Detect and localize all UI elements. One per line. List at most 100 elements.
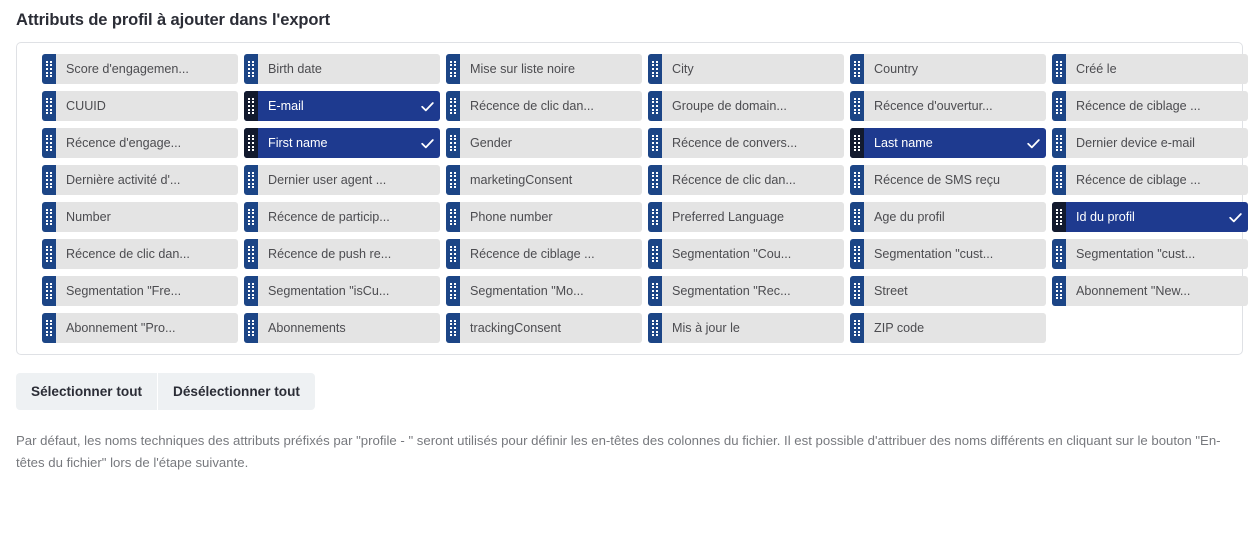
drag-handle-icon[interactable]	[42, 128, 56, 158]
attribute-chip[interactable]: Id du profil	[1052, 202, 1248, 232]
drag-handle-icon[interactable]	[42, 313, 56, 343]
attribute-chip[interactable]: Récence de clic dan...	[648, 165, 844, 195]
attribute-chip[interactable]: Abonnements	[244, 313, 440, 343]
drag-handle-icon[interactable]	[850, 128, 864, 158]
attribute-chip[interactable]: Dernière activité d'...	[42, 165, 238, 195]
drag-handle-icon[interactable]	[446, 239, 460, 269]
select-all-button[interactable]: Sélectionner tout	[16, 373, 158, 410]
drag-handle-icon[interactable]	[1052, 91, 1066, 121]
attribute-chip[interactable]: Dernier device e-mail	[1052, 128, 1248, 158]
drag-handle-icon[interactable]	[446, 202, 460, 232]
attribute-chip[interactable]: Récence de particip...	[244, 202, 440, 232]
attribute-chip[interactable]: CUUID	[42, 91, 238, 121]
attribute-chip[interactable]: Récence de push re...	[244, 239, 440, 269]
drag-handle-icon[interactable]	[648, 202, 662, 232]
attribute-chip[interactable]: Récence de ciblage ...	[446, 239, 642, 269]
attribute-chip[interactable]: Segmentation "Cou...	[648, 239, 844, 269]
drag-handle-icon[interactable]	[42, 239, 56, 269]
attribute-chip[interactable]: Récence d'ouvertur...	[850, 91, 1046, 121]
attribute-chip[interactable]: Segmentation "Rec...	[648, 276, 844, 306]
attribute-chip[interactable]: First name	[244, 128, 440, 158]
drag-handle-icon[interactable]	[1052, 128, 1066, 158]
attribute-chip[interactable]: Segmentation "cust...	[850, 239, 1046, 269]
drag-handle-icon[interactable]	[1052, 54, 1066, 84]
drag-handle-icon[interactable]	[850, 54, 864, 84]
attribute-chip[interactable]: Abonnement "New...	[1052, 276, 1248, 306]
drag-handle-icon[interactable]	[850, 91, 864, 121]
attribute-chip[interactable]: Last name	[850, 128, 1046, 158]
attribute-chip[interactable]: Dernier user agent ...	[244, 165, 440, 195]
drag-handle-icon[interactable]	[850, 239, 864, 269]
attribute-chip[interactable]: Récence d'engage...	[42, 128, 238, 158]
drag-handle-icon[interactable]	[1052, 276, 1066, 306]
attribute-chip[interactable]: Groupe de domain...	[648, 91, 844, 121]
attribute-chip[interactable]: Street	[850, 276, 1046, 306]
drag-handle-icon[interactable]	[850, 165, 864, 195]
drag-handle-icon[interactable]	[42, 165, 56, 195]
attribute-chip[interactable]: Créé le	[1052, 54, 1248, 84]
drag-handle-icon[interactable]	[648, 313, 662, 343]
attribute-chip[interactable]: E-mail	[244, 91, 440, 121]
drag-handle-icon[interactable]	[446, 276, 460, 306]
attribute-chip[interactable]: trackingConsent	[446, 313, 642, 343]
drag-handle-icon[interactable]	[244, 128, 258, 158]
attribute-chip[interactable]: marketingConsent	[446, 165, 642, 195]
attribute-chip[interactable]: Birth date	[244, 54, 440, 84]
attribute-chip-label: Récence de clic dan...	[672, 173, 796, 187]
attribute-chip[interactable]: City	[648, 54, 844, 84]
attribute-chip[interactable]: Récence de ciblage ...	[1052, 91, 1248, 121]
drag-handle-icon[interactable]	[648, 54, 662, 84]
attribute-chip[interactable]: Gender	[446, 128, 642, 158]
attribute-chip[interactable]: Phone number	[446, 202, 642, 232]
drag-handle-icon[interactable]	[648, 239, 662, 269]
drag-handle-icon[interactable]	[850, 276, 864, 306]
drag-handle-icon[interactable]	[446, 165, 460, 195]
drag-handle-icon[interactable]	[1052, 165, 1066, 195]
attribute-chip[interactable]: Récence de clic dan...	[42, 239, 238, 269]
drag-handle-icon[interactable]	[244, 165, 258, 195]
attribute-chip-label: First name	[268, 136, 328, 150]
drag-handle-icon[interactable]	[648, 276, 662, 306]
drag-handle-icon[interactable]	[42, 276, 56, 306]
attribute-chip[interactable]: Segmentation "cust...	[1052, 239, 1248, 269]
drag-handle-icon[interactable]	[244, 91, 258, 121]
attribute-chip[interactable]: Age du profil	[850, 202, 1046, 232]
attribute-chip[interactable]: Segmentation "Fre...	[42, 276, 238, 306]
attribute-chip[interactable]: Number	[42, 202, 238, 232]
drag-handle-icon[interactable]	[244, 313, 258, 343]
attribute-chip[interactable]: Récence de convers...	[648, 128, 844, 158]
drag-handle-icon[interactable]	[244, 276, 258, 306]
drag-handle-icon[interactable]	[850, 202, 864, 232]
drag-handle-icon[interactable]	[446, 313, 460, 343]
drag-handle-icon[interactable]	[446, 54, 460, 84]
attribute-chip[interactable]: Abonnement "Pro...	[42, 313, 238, 343]
drag-handle-icon[interactable]	[244, 54, 258, 84]
attribute-chip[interactable]: Récence de SMS reçu	[850, 165, 1046, 195]
attribute-chip[interactable]: Country	[850, 54, 1046, 84]
drag-handle-icon[interactable]	[648, 128, 662, 158]
attribute-chip[interactable]: Score d'engagemen...	[42, 54, 238, 84]
attribute-chip-label: Mise sur liste noire	[470, 62, 575, 76]
attribute-chip[interactable]: Récence de ciblage ...	[1052, 165, 1248, 195]
drag-handle-icon[interactable]	[42, 91, 56, 121]
deselect-all-button[interactable]: Désélectionner tout	[157, 373, 315, 410]
drag-handle-icon[interactable]	[244, 202, 258, 232]
drag-handle-icon[interactable]	[850, 313, 864, 343]
drag-handle-icon[interactable]	[244, 239, 258, 269]
drag-handle-icon[interactable]	[648, 165, 662, 195]
attribute-chip[interactable]: Segmentation "Mo...	[446, 276, 642, 306]
drag-handle-icon[interactable]	[1052, 239, 1066, 269]
drag-handle-icon[interactable]	[648, 91, 662, 121]
attribute-chip[interactable]: Preferred Language	[648, 202, 844, 232]
drag-handle-icon[interactable]	[42, 54, 56, 84]
drag-handle-icon[interactable]	[42, 202, 56, 232]
drag-handle-icon[interactable]	[446, 91, 460, 121]
attribute-chip[interactable]: Segmentation "isCu...	[244, 276, 440, 306]
attribute-chip[interactable]: Mise sur liste noire	[446, 54, 642, 84]
drag-handle-icon[interactable]	[1052, 202, 1066, 232]
attribute-chip-label: City	[672, 62, 694, 76]
attribute-chip[interactable]: ZIP code	[850, 313, 1046, 343]
attribute-chip[interactable]: Mis à jour le	[648, 313, 844, 343]
attribute-chip[interactable]: Récence de clic dan...	[446, 91, 642, 121]
drag-handle-icon[interactable]	[446, 128, 460, 158]
